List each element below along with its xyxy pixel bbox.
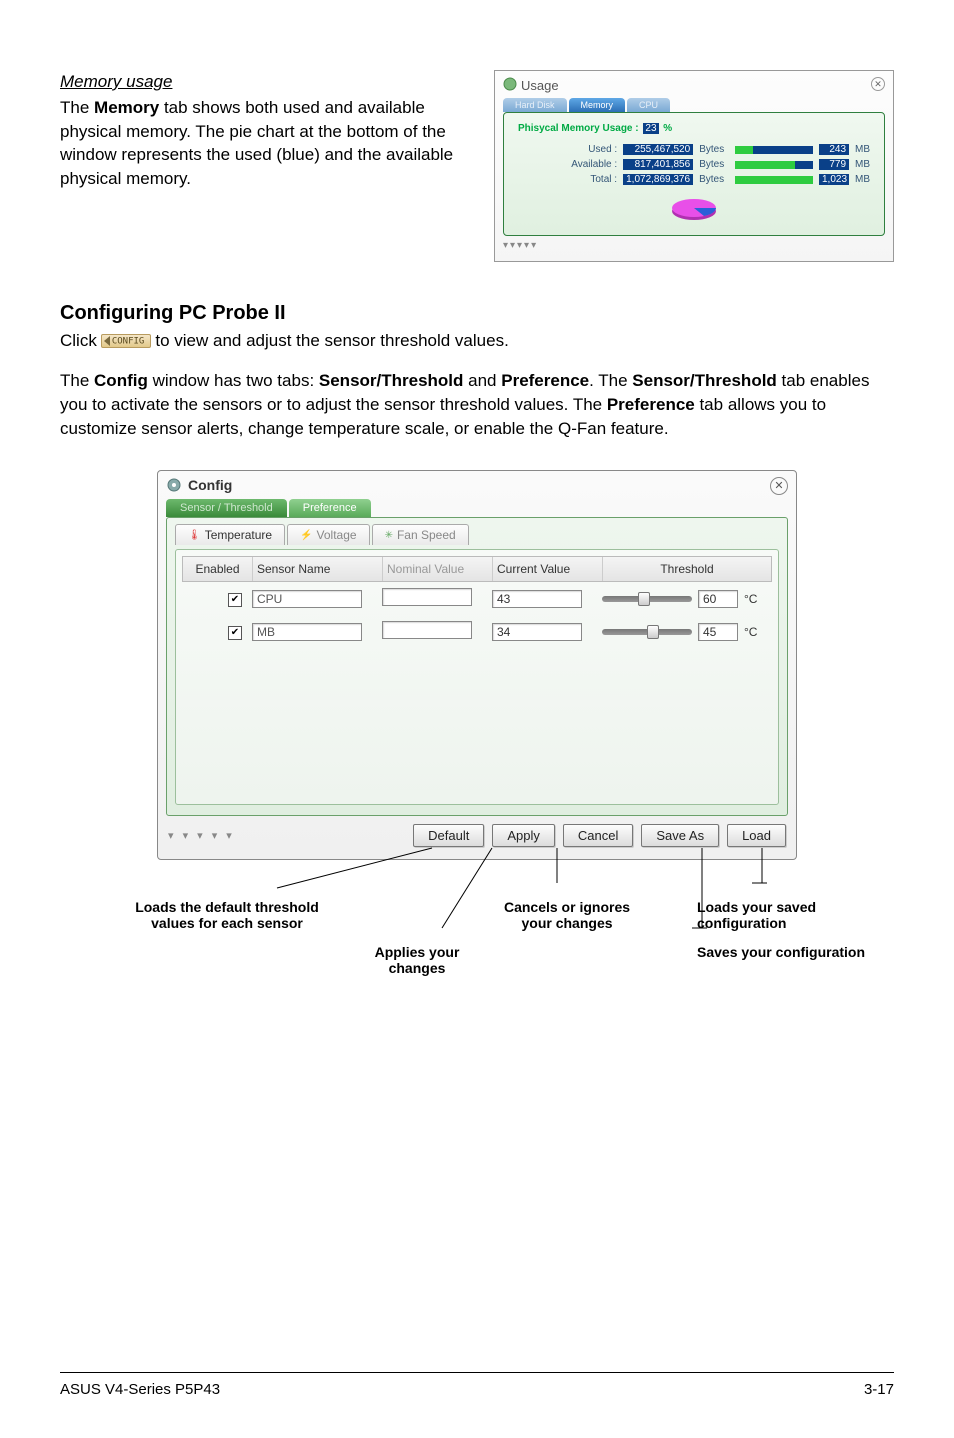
- usage-window-title: Usage: [521, 78, 559, 93]
- tab-cpu[interactable]: CPU: [627, 98, 670, 112]
- memory-pie-chart: [664, 193, 724, 223]
- bytes-value: 255,467,520: [623, 144, 693, 155]
- annotation-default: Loads the default threshold values for e…: [127, 899, 327, 931]
- col-enabled: Enabled: [183, 557, 253, 581]
- mem-row-used: Used : 255,467,520 Bytes 243 MB: [568, 144, 870, 155]
- cancel-button[interactable]: Cancel: [563, 824, 633, 847]
- col-current-value: Current Value: [493, 557, 603, 581]
- resize-grip[interactable]: ▾ ▾ ▾ ▾ ▾: [168, 829, 405, 842]
- subtab-fan-speed[interactable]: ✳Fan Speed: [372, 524, 469, 545]
- bytes-unit: Bytes: [699, 159, 729, 170]
- enabled-checkbox[interactable]: ✔: [228, 626, 242, 640]
- percent-sign: %: [663, 123, 672, 134]
- text: Click: [60, 331, 97, 351]
- tab-hard-disk[interactable]: Hard Disk: [503, 98, 567, 112]
- label: Used :: [568, 144, 617, 155]
- tab-memory[interactable]: Memory: [569, 98, 626, 112]
- memory-usage-heading: Memory usage: [60, 70, 474, 94]
- mem-row-available: Available : 817,401,856 Bytes 779 MB: [568, 159, 870, 170]
- unit-label: °C: [744, 625, 757, 639]
- mem-row-total: Total : 1,072,869,376 Bytes 1,023 MB: [568, 174, 870, 185]
- annotation-cancel: Cancels or ignores your changes: [497, 899, 637, 931]
- config-window-title: Config: [188, 477, 232, 493]
- resize-grip[interactable]: ▾▾▾▾▾: [503, 240, 885, 251]
- col-nominal-value: Nominal Value: [383, 557, 493, 581]
- close-icon[interactable]: ✕: [871, 77, 885, 91]
- fan-icon: ✳: [385, 530, 393, 541]
- label: Available :: [568, 159, 617, 170]
- mb-value: 1,023: [819, 174, 849, 185]
- annotation-load: Loads your saved configuration: [697, 899, 867, 931]
- default-button[interactable]: Default: [413, 824, 484, 847]
- usage-window: Usage ✕ Hard Disk Memory CPU Phisycal Me…: [494, 70, 894, 262]
- current-value-field: 34: [492, 623, 582, 641]
- mb-unit: MB: [855, 174, 870, 185]
- bar: [735, 176, 814, 184]
- mb-unit: MB: [855, 144, 870, 155]
- mb-unit: MB: [855, 159, 870, 170]
- subtab-temperature[interactable]: 🌡Temperature: [175, 524, 285, 545]
- bytes-value: 1,072,869,376: [623, 174, 693, 185]
- annotation-save: Saves your configuration: [697, 944, 867, 960]
- table-header: Enabled Sensor Name Nominal Value Curren…: [182, 556, 772, 582]
- subtab-voltage[interactable]: ⚡Voltage: [287, 524, 370, 545]
- footer-left: ASUS V4-Series P5P43: [60, 1381, 220, 1398]
- sensor-name-field[interactable]: MB: [252, 623, 362, 641]
- mb-value: 243: [819, 144, 849, 155]
- col-sensor-name: Sensor Name: [253, 557, 383, 581]
- text: The: [60, 98, 94, 117]
- thermometer-icon: 🌡: [188, 530, 201, 541]
- gear-icon: [166, 477, 182, 493]
- threshold-value-field[interactable]: 45: [698, 623, 738, 641]
- bytes-unit: Bytes: [699, 174, 728, 185]
- label: Total :: [568, 174, 617, 185]
- load-button[interactable]: Load: [727, 824, 786, 847]
- apply-button[interactable]: Apply: [492, 824, 555, 847]
- threshold-slider[interactable]: [602, 596, 692, 602]
- text: to view and adjust the sensor threshold …: [155, 331, 508, 351]
- bolt-icon: ⚡: [300, 530, 312, 541]
- sensor-name-field[interactable]: CPU: [252, 590, 362, 608]
- tab-preference[interactable]: Preference: [289, 499, 371, 517]
- usage-icon: [503, 77, 517, 94]
- bytes-value: 817,401,856: [623, 159, 693, 170]
- text-bold: Memory: [94, 98, 159, 117]
- tab-sensor-threshold[interactable]: Sensor / Threshold: [166, 499, 287, 517]
- configuring-heading: Configuring PC Probe II: [60, 302, 894, 325]
- config-paragraph: The Config window has two tabs: Sensor/T…: [60, 369, 894, 440]
- config-window: Config ✕ Sensor / Threshold Preference 🌡…: [157, 470, 797, 860]
- bar: [735, 161, 814, 169]
- save-as-button[interactable]: Save As: [641, 824, 719, 847]
- bar: [735, 146, 814, 154]
- annotation-apply: Applies your changes: [347, 944, 487, 976]
- threshold-slider[interactable]: [602, 629, 692, 635]
- physical-memory-label: Phisycal Memory Usage :: [518, 123, 639, 134]
- click-line: Click CONFIG to view and adjust the sens…: [60, 331, 894, 351]
- physical-memory-percent: 23: [643, 123, 658, 134]
- table-row: ✔ CPU 43 60 °C: [182, 582, 772, 615]
- nominal-value-field: [382, 588, 472, 606]
- memory-usage-paragraph: The Memory tab shows both used and avail…: [60, 96, 474, 191]
- bytes-unit: Bytes: [699, 144, 729, 155]
- unit-label: °C: [744, 592, 757, 606]
- mb-value: 779: [819, 159, 849, 170]
- table-row: ✔ MB 34 45 °C: [182, 615, 772, 648]
- threshold-value-field[interactable]: 60: [698, 590, 738, 608]
- current-value-field: 43: [492, 590, 582, 608]
- config-inline-button[interactable]: CONFIG: [101, 334, 152, 349]
- footer-right: 3-17: [864, 1381, 894, 1398]
- col-threshold: Threshold: [603, 557, 771, 581]
- nominal-value-field: [382, 621, 472, 639]
- enabled-checkbox[interactable]: ✔: [228, 593, 242, 607]
